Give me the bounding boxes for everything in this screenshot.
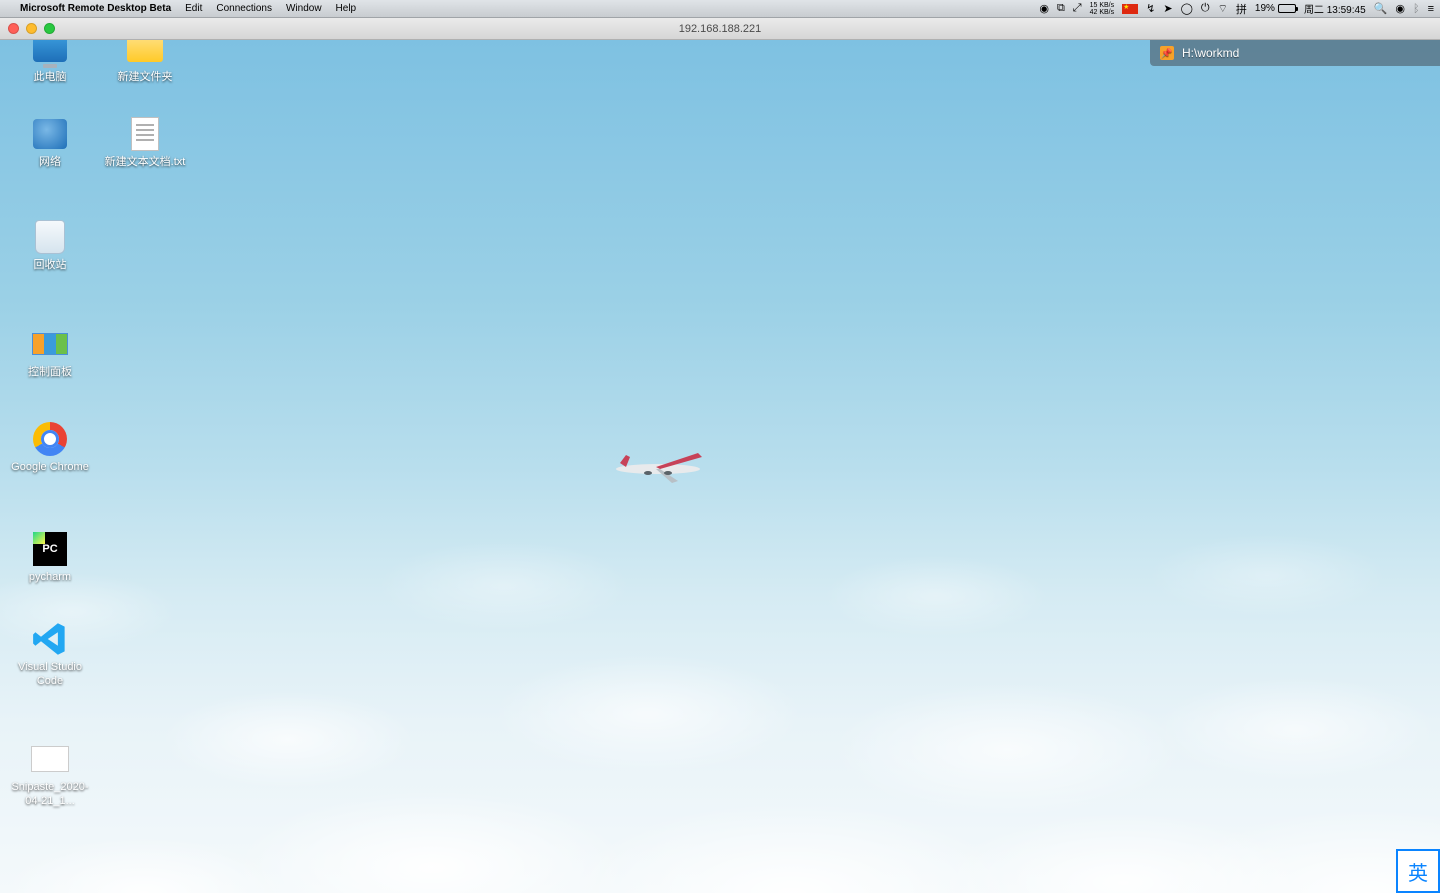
- spotlight-icon[interactable]: 🔍: [1374, 2, 1388, 15]
- desktop-icon-label: 新建文本文档.txt: [105, 156, 186, 170]
- net-up: 15 KB/s: [1090, 2, 1115, 9]
- control-panel-icon: [31, 325, 69, 363]
- desktop-icon-label: Visual Studio Code: [6, 661, 94, 689]
- ime-label: 英: [1408, 857, 1428, 886]
- network-stats[interactable]: 15 KB/s 42 KB/s: [1090, 2, 1115, 16]
- menubar-window[interactable]: Window: [286, 3, 322, 14]
- dropbox-icon[interactable]: ⧉: [1057, 2, 1065, 15]
- menubar-help[interactable]: Help: [336, 3, 357, 14]
- desktop-icon-chrome[interactable]: Google Chrome: [5, 420, 95, 475]
- wifi-icon[interactable]: ⌔: [1218, 2, 1228, 16]
- desktop-icon-label: 此电脑: [34, 71, 67, 85]
- desktop-icon-label: 控制面板: [28, 366, 72, 380]
- battery-pct: 19%: [1255, 3, 1275, 14]
- desktop-icon-label: 新建文件夹: [118, 71, 173, 85]
- desktop-icon-pycharm[interactable]: PC pycharm: [5, 530, 95, 585]
- battery-status[interactable]: 19%: [1255, 3, 1296, 14]
- desktop-icon-vscode[interactable]: Visual Studio Code: [5, 620, 95, 689]
- desktop-icons: 此电脑 新建文件夹 网络 新建文本文档.txt 回收站 控制面板 Google …: [0, 40, 1440, 893]
- window-title: 192.168.188.221: [679, 23, 762, 35]
- flag-cn-icon[interactable]: [1122, 4, 1138, 14]
- chrome-icon: [31, 420, 69, 458]
- mac-menubar: Microsoft Remote Desktop Beta Edit Conne…: [0, 0, 1440, 18]
- desktop-icon-label: 回收站: [34, 259, 67, 273]
- desktop-icon-control-panel[interactable]: 控制面板: [5, 325, 95, 380]
- desktop-icon-network[interactable]: 网络: [5, 115, 95, 170]
- battery-icon: [1278, 4, 1296, 13]
- power-icon[interactable]: ⏻: [1201, 2, 1210, 15]
- menubar-clock[interactable]: 周二 13:59:45: [1304, 1, 1366, 16]
- window-titlebar: 192.168.188.221: [0, 18, 1440, 40]
- desktop-icon-recycle-bin[interactable]: 回收站: [5, 218, 95, 273]
- image-file-icon: [31, 740, 69, 778]
- ime-indicator[interactable]: 英: [1396, 849, 1440, 893]
- desktop-icon-label: Google Chrome: [11, 461, 89, 475]
- siri-icon[interactable]: ◉: [1395, 2, 1405, 15]
- desktop-icon-new-text[interactable]: 新建文本文档.txt: [100, 115, 190, 170]
- network-icon: [31, 115, 69, 153]
- notifications-icon[interactable]: ≡: [1428, 3, 1434, 15]
- circle-icon[interactable]: ◯: [1181, 2, 1193, 15]
- menubar-edit[interactable]: Edit: [185, 3, 202, 14]
- menubar-app-name[interactable]: Microsoft Remote Desktop Beta: [20, 3, 171, 14]
- pycharm-icon: PC: [31, 530, 69, 568]
- fullscreen-icon[interactable]: [44, 23, 55, 34]
- menubar-connections[interactable]: Connections: [216, 3, 272, 14]
- traffic-lights: [0, 23, 55, 34]
- vpn-icon[interactable]: ↯: [1146, 2, 1155, 15]
- desktop-icon-label: pycharm: [29, 571, 71, 585]
- recycle-bin-icon: [31, 218, 69, 256]
- remote-desktop[interactable]: 📌 H:\workmd 此电脑 新建文件夹 网络 新建文本文档.txt 回收站 …: [0, 40, 1440, 893]
- expand-icon[interactable]: ⤢: [1073, 2, 1082, 15]
- bluetooth-icon[interactable]: ᛒ: [1413, 3, 1420, 15]
- desktop-icon-label: Snipaste_2020-04-21_1...: [6, 781, 94, 809]
- status-icon[interactable]: ◉: [1039, 2, 1049, 15]
- input-method-icon[interactable]: 拼: [1236, 1, 1247, 17]
- desktop-icon-snipaste[interactable]: Snipaste_2020-04-21_1...: [5, 740, 95, 809]
- minimize-icon[interactable]: [26, 23, 37, 34]
- text-file-icon: [126, 115, 164, 153]
- desktop-icon-label: 网络: [39, 156, 61, 170]
- plane-icon[interactable]: ➤: [1163, 2, 1172, 15]
- vscode-icon: [31, 620, 69, 658]
- net-down: 42 KB/s: [1090, 9, 1115, 16]
- close-icon[interactable]: [8, 23, 19, 34]
